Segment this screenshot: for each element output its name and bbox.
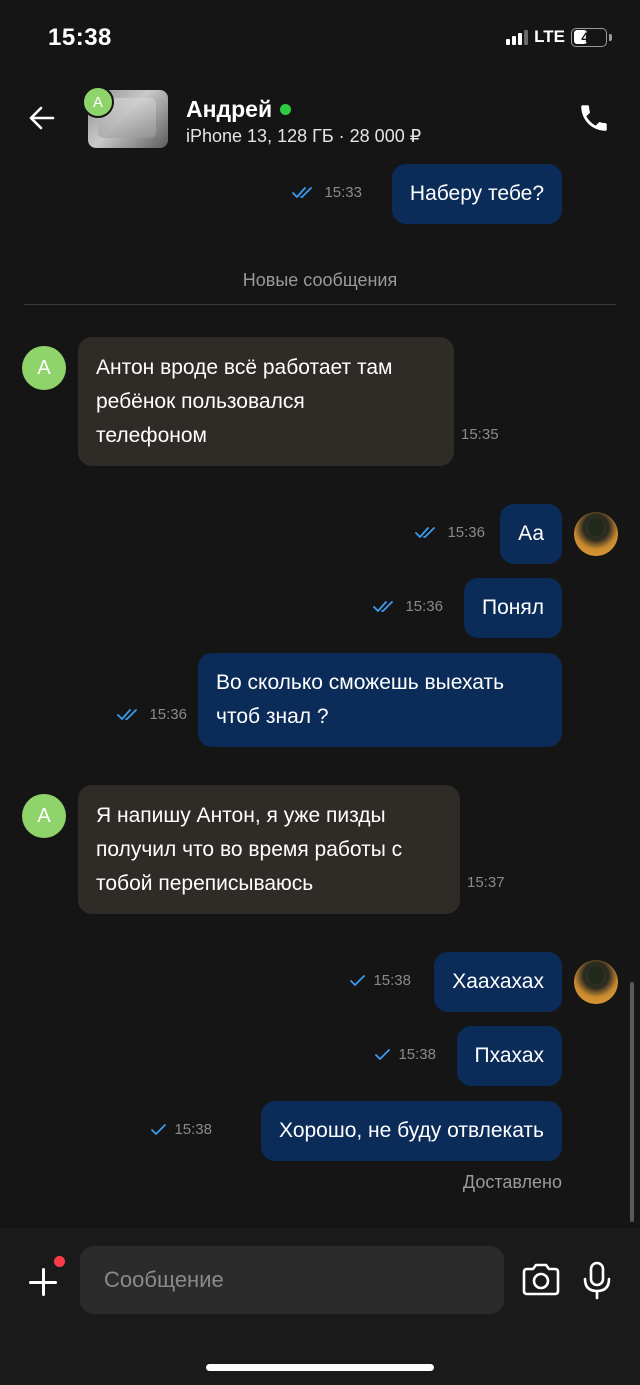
message-meta: 15:36 — [373, 598, 443, 615]
message-bubble-outgoing[interactable]: Понял — [464, 578, 562, 638]
network-type: LTE — [534, 27, 565, 46]
message-time: 15:35 — [461, 426, 499, 443]
message-input[interactable] — [80, 1246, 504, 1314]
my-avatar — [574, 512, 618, 556]
contact-name-text: Андрей — [186, 96, 273, 122]
composer-bar — [0, 1228, 640, 1385]
message-text: Хорошо, не буду отвлекать — [279, 1119, 544, 1142]
status-indicators: LTE 45 — [506, 27, 612, 47]
listing-title[interactable]: iPhone 13, 128 ГБ · 28 000 ₽ — [186, 126, 421, 147]
camera-button[interactable] — [520, 1262, 562, 1298]
double-check-icon — [415, 526, 436, 538]
message-text: Хаахахах — [452, 970, 544, 993]
mic-button[interactable] — [580, 1260, 614, 1300]
divider-line — [24, 304, 616, 305]
single-check-icon — [151, 1123, 167, 1135]
delivery-status: Доставлено — [462, 1172, 562, 1192]
message-bubble-outgoing[interactable]: Хаахахах — [434, 952, 562, 1012]
message-time: 15:36 — [447, 524, 485, 541]
contact-avatar[interactable]: A — [22, 794, 66, 838]
attach-button[interactable] — [26, 1264, 62, 1300]
message-line: Антон вроде всё работает там — [96, 356, 393, 379]
scrollbar[interactable] — [630, 982, 634, 1222]
single-check-icon — [375, 1048, 391, 1060]
message-time: 15:38 — [373, 972, 411, 989]
message-meta: 15:36 — [117, 706, 187, 723]
call-button[interactable] — [574, 98, 614, 138]
single-check-icon — [350, 974, 366, 986]
message-bubble-outgoing[interactable]: Наберу тебе? — [391, 164, 562, 224]
home-indicator — [206, 1364, 434, 1371]
message-meta: 15:36 — [415, 524, 485, 541]
chat-header: A Андрей iPhone 13, 128 ГБ · 28 000 ₽ — [0, 80, 640, 160]
message-time: 15:38 — [398, 1046, 436, 1063]
message-meta: 15:33 — [292, 184, 362, 201]
message-line: ребёнок пользовался — [96, 390, 305, 413]
double-check-icon — [373, 600, 394, 612]
phone-icon — [581, 105, 607, 131]
signal-icon — [506, 29, 529, 45]
message-text: Наберу тебе? — [409, 182, 544, 205]
message-bubble-outgoing[interactable]: Аа — [500, 504, 562, 564]
message-bubble-outgoing[interactable]: Во сколько сможешь выехать чтоб знал ? — [198, 653, 562, 747]
message-meta: 15:38 — [349, 972, 411, 989]
message-time: 15:38 — [174, 1121, 212, 1138]
message-text: Аа — [518, 522, 544, 545]
message-text: Понял — [482, 596, 544, 619]
message-time: 15:36 — [149, 706, 187, 723]
message-time: 15:36 — [405, 598, 443, 615]
arrow-left-icon — [29, 106, 55, 130]
double-check-icon — [292, 186, 313, 198]
battery-tip — [609, 33, 612, 41]
message-text: Пхахах — [474, 1044, 544, 1067]
back-button[interactable] — [22, 98, 62, 138]
microphone-icon — [583, 1261, 611, 1300]
double-check-icon — [117, 708, 138, 720]
new-messages-divider: Новые сообщения — [242, 270, 398, 290]
online-indicator — [280, 104, 292, 115]
message-time: 15:33 — [324, 184, 362, 201]
contact-avatar[interactable]: A — [22, 346, 66, 390]
notification-dot — [54, 1256, 65, 1267]
message-meta: 15:38 — [374, 1046, 436, 1063]
my-avatar — [574, 960, 618, 1004]
message-line: Я напишу Антон, я уже пизды — [96, 804, 386, 827]
message-line: чтоб знал ? — [216, 705, 329, 728]
status-time: 15:38 — [48, 24, 112, 51]
message-line: Во сколько сможешь выехать — [216, 671, 505, 694]
message-line: телефоном — [96, 424, 207, 447]
message-time: 15:37 — [467, 874, 505, 891]
camera-icon — [522, 1263, 560, 1296]
status-bar: 15:38 LTE 45 — [0, 0, 640, 76]
contact-name[interactable]: Андрей — [186, 96, 292, 123]
message-bubble-outgoing[interactable]: Пхахах — [456, 1026, 562, 1086]
message-line: тобой переписываюсь — [96, 872, 314, 895]
message-meta: 15:38 — [150, 1121, 212, 1138]
message-line: получил что во время работы с — [96, 838, 403, 861]
message-bubble-incoming[interactable]: Я напишу Антон, я уже пизды получил что … — [78, 785, 460, 914]
battery-percent: 45 — [581, 29, 597, 45]
message-bubble-incoming[interactable]: Антон вроде всё работает там ребёнок пол… — [78, 337, 454, 466]
contact-avatar: A — [82, 86, 114, 118]
battery-icon: 45 — [571, 27, 607, 47]
message-bubble-outgoing[interactable]: Хорошо, не буду отвлекать — [261, 1101, 562, 1161]
